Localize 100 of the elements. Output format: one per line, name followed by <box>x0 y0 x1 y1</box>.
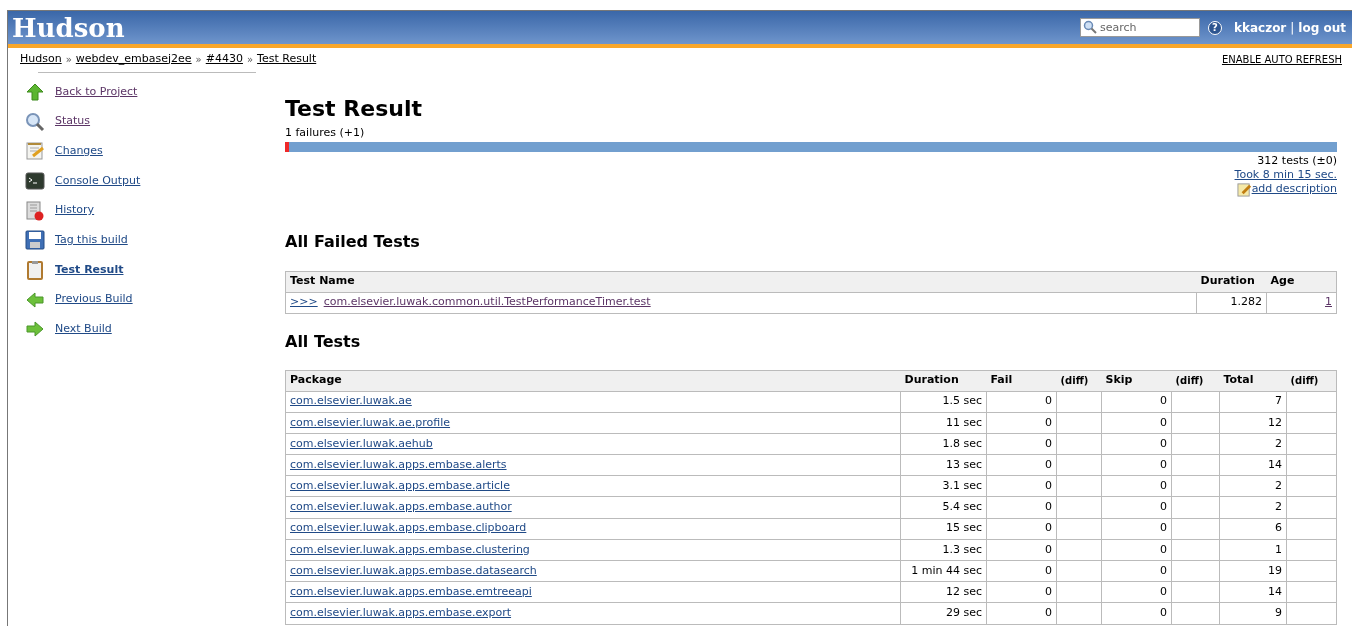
table-cell: 0 <box>986 391 1057 413</box>
table-cell: 2 <box>1219 496 1287 519</box>
column-header: Duration <box>900 370 987 391</box>
sidebar-link[interactable]: Previous Build <box>55 291 133 308</box>
expand-link[interactable]: >>> <box>290 295 318 309</box>
failures-text: 1 failures (+1) <box>285 125 366 141</box>
table-cell: 1.8 sec <box>900 433 987 455</box>
package-link[interactable]: com.elsevier.luwak.apps.embase.author <box>290 500 512 514</box>
table-cell: 1.5 sec <box>900 391 987 413</box>
sidebar-link[interactable]: Console Output <box>55 172 141 190</box>
breadcrumb-separator: » <box>246 52 254 67</box>
tests-count: 312 tests (±0) <box>1257 153 1337 168</box>
table-cell: 2 <box>1219 475 1287 497</box>
section-heading: All Failed Tests <box>285 230 421 253</box>
search-field[interactable]: search <box>1079 18 1200 37</box>
table-cell: 11 sec <box>900 412 987 434</box>
table-cell: 0 <box>1101 391 1172 413</box>
notepad-icon <box>25 141 45 162</box>
table-cell: 0 <box>1101 518 1172 540</box>
section-heading: All Tests <box>285 330 362 353</box>
package-link[interactable]: com.elsevier.luwak.apps.embase.clustering <box>290 542 530 556</box>
table-cell: 0 <box>986 433 1057 455</box>
user-link[interactable]: kkaczor <box>1233 18 1287 37</box>
table-cell: 0 <box>1101 539 1172 561</box>
table-cell: 6 <box>1219 518 1287 540</box>
sidebar-link[interactable]: Test Result <box>55 261 124 279</box>
table-cell: 0 <box>1101 581 1172 603</box>
breadcrumb-link[interactable]: webdev_embasej2ee <box>75 50 192 68</box>
table-cell: 14 <box>1219 454 1287 476</box>
column-header: (diff) <box>1171 370 1220 391</box>
table-cell: 0 <box>986 496 1057 519</box>
sidebar-link[interactable]: History <box>55 202 95 219</box>
column-header: (diff) <box>1286 370 1337 391</box>
duration-link[interactable]: Took 8 min 15 sec. <box>1234 167 1337 182</box>
sidebar-link[interactable]: Back to Project <box>55 83 138 101</box>
breadcrumb-separator: » <box>65 52 72 67</box>
column-header: Package <box>285 370 901 391</box>
search-icon <box>1082 20 1097 34</box>
clipboard-icon <box>25 259 45 280</box>
table-cell: 0 <box>986 412 1057 434</box>
package-link[interactable]: com.elsevier.luwak.apps.embase.alerts <box>290 457 507 471</box>
table-cell: 0 <box>986 454 1057 476</box>
column-header: Fail <box>986 370 1057 391</box>
column-header: Age <box>1266 271 1337 292</box>
package-link[interactable]: com.elsevier.luwak.ae.profile <box>290 415 451 429</box>
left-arrow-icon <box>25 289 45 310</box>
table-cell: 3.1 sec <box>900 475 987 497</box>
table-cell: 0 <box>1101 412 1172 434</box>
logout-link[interactable]: log out <box>1298 18 1346 37</box>
table-cell: 1.3 sec <box>900 539 987 561</box>
package-link[interactable]: com.elsevier.luwak.apps.embase.clipboard <box>290 521 527 535</box>
table-cell: 12 <box>1219 412 1287 434</box>
table-cell: 14 <box>1219 581 1287 603</box>
table-cell: 0 <box>1101 602 1172 625</box>
table-cell: 5.4 sec <box>900 496 987 519</box>
package-link[interactable]: com.elsevier.luwak.apps.embase.datasearch <box>290 563 537 577</box>
package-link[interactable]: com.elsevier.luwak.aehub <box>290 436 433 450</box>
breadcrumb-separator: » <box>195 52 202 67</box>
column-header: Total <box>1219 370 1287 391</box>
table-cell: 0 <box>986 581 1057 603</box>
table-cell: 9 <box>1219 602 1287 625</box>
column-header: Duration <box>1196 271 1267 292</box>
breadcrumb-link[interactable]: Test Result <box>257 50 317 68</box>
table-cell: 0 <box>986 560 1057 582</box>
table-cell: 0 <box>986 539 1057 561</box>
breadcrumb-link[interactable]: #4430 <box>205 50 243 68</box>
hudson-logo[interactable]: Hudson <box>12 14 125 41</box>
table-cell: 13 sec <box>900 454 987 476</box>
page-title: Test Result <box>285 95 423 122</box>
table-cell: 0 <box>986 518 1057 540</box>
sidebar-link[interactable]: Status <box>55 113 91 130</box>
column-header: Test Name <box>285 271 1197 292</box>
up-arrow-icon <box>25 81 45 102</box>
terminal-icon <box>25 170 45 191</box>
sidebar-link[interactable]: Next Build <box>55 321 112 338</box>
table-cell: 0 <box>986 475 1057 497</box>
separator-text: | <box>1290 19 1295 37</box>
table-cell: 0 <box>1101 433 1172 455</box>
breadcrumb-link[interactable]: Hudson <box>20 50 62 68</box>
table-cell: 0 <box>1101 496 1172 519</box>
table-cell: 2 <box>1219 433 1287 455</box>
add-description-link[interactable]: add description <box>1251 182 1337 196</box>
sidebar-link[interactable]: Changes <box>55 142 103 160</box>
package-link[interactable]: com.elsevier.luwak.apps.embase.article <box>290 479 510 493</box>
table-cell: 12 sec <box>900 581 987 603</box>
age-link[interactable]: 1 <box>1325 295 1332 309</box>
sidebar-link[interactable]: Tag this build <box>55 232 128 249</box>
history-icon <box>25 200 45 221</box>
test-link[interactable]: com.elsevier.luwak.common.util.TestPerformanceTimer.test <box>323 295 651 309</box>
table-cell: 0 <box>1101 454 1172 476</box>
auto-refresh-link[interactable]: ENABLE AUTO REFRESH <box>1221 51 1342 67</box>
package-link[interactable]: com.elsevier.luwak.apps.embase.emtreeapi <box>290 585 532 599</box>
package-link[interactable]: com.elsevier.luwak.apps.embase.export <box>290 606 512 620</box>
table-cell: 19 <box>1219 560 1287 582</box>
table-cell: 29 sec <box>900 602 987 625</box>
package-link[interactable]: com.elsevier.luwak.ae <box>290 394 412 408</box>
table-cell: 0 <box>1101 475 1172 497</box>
help-icon[interactable]: ? <box>1207 20 1222 35</box>
table-cell: 0 <box>1101 560 1172 582</box>
table-cell: 0 <box>986 602 1057 625</box>
